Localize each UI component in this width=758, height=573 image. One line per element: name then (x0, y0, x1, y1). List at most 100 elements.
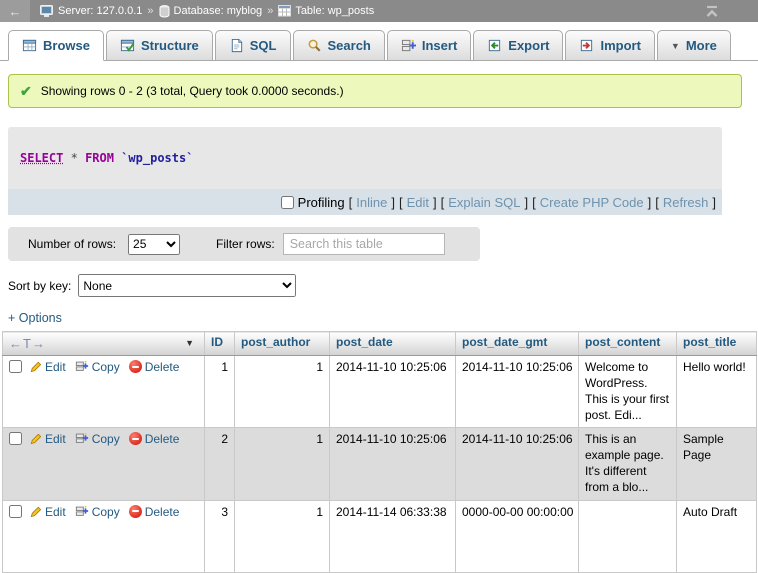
table-icon (278, 5, 291, 17)
insert-row-icon (401, 38, 416, 53)
cell-actions: Edit Copy Delete (3, 428, 205, 500)
column-header-post-title[interactable]: post_title (677, 332, 757, 356)
tab-bar: Browse Structure SQL Search Insert Expor… (0, 22, 758, 61)
breadcrumb-separator: » (267, 5, 273, 17)
table-row: EditCopyDelete 1 1 2014-11-10 10:25:06 2… (3, 356, 757, 428)
server-icon (40, 5, 54, 18)
tab-export[interactable]: Export (473, 30, 563, 61)
edit-row-link[interactable]: Edit (29, 505, 66, 519)
column-header-id[interactable]: ID (205, 332, 235, 356)
breadcrumb-separator: » (147, 5, 153, 17)
copy-row-link[interactable]: Copy (75, 360, 120, 374)
search-icon (307, 38, 322, 53)
breadcrumb-bar: ← Server: 127.0.0.1 » Database: myblog »… (0, 0, 758, 22)
create-php-code-link[interactable]: Create PHP Code (536, 195, 648, 210)
tab-label: Browse (43, 38, 90, 53)
cell-post-date: 2014-11-14 06:33:38 (330, 500, 456, 572)
breadcrumb-server-label: Server: 127.0.0.1 (58, 5, 142, 17)
cell-post-title: Hello world! (677, 356, 757, 428)
cell-post-date-gmt: 2014-11-10 10:25:06 (456, 428, 579, 500)
tab-more[interactable]: ▼ More (657, 30, 731, 61)
create-php-code-link-group: [Create PHP Code] (532, 195, 651, 210)
delete-row-link[interactable]: Delete (129, 505, 180, 519)
delete-row-link[interactable]: Delete (129, 432, 180, 446)
edit-link[interactable]: Edit (403, 195, 433, 210)
row-select-checkbox[interactable] (9, 505, 22, 518)
num-rows-label: Number of rows: (28, 237, 116, 251)
table-row: Edit Copy Delete 2 1 2014-11-10 10:25:06 2… (3, 428, 757, 500)
tab-label: More (686, 38, 717, 53)
sort-by-key-label: Sort by key: (8, 279, 71, 293)
row-controls-bar: Number of rows: 25 Filter rows: (8, 227, 480, 261)
cell-actions: Edit Copy Delete (3, 500, 205, 572)
tab-search[interactable]: Search (293, 30, 385, 61)
back-arrow-icon: ← (9, 4, 22, 19)
copy-row-link[interactable]: Copy (75, 432, 120, 446)
sql-page-icon (229, 38, 244, 53)
sort-row: Sort by key: None (8, 274, 758, 297)
profiling-checkbox[interactable] (281, 196, 294, 209)
column-header-post-content[interactable]: post_content (579, 332, 677, 356)
refresh-link-group: [Refresh] (655, 195, 716, 210)
bracket: ] (433, 195, 437, 210)
sql-query-box: SELECT * FROM `wp_posts` (8, 127, 722, 189)
num-rows-select[interactable]: 25 (128, 234, 180, 255)
success-message-text: Showing rows 0 - 2 (3 total, Query took … (41, 84, 344, 98)
delete-row-link[interactable]: Delete (129, 360, 180, 374)
tab-label: Search (328, 38, 371, 53)
cell-post-author: 1 (235, 428, 330, 500)
breadcrumb-server[interactable]: Server: 127.0.0.1 (40, 5, 142, 18)
column-header-post-date-gmt[interactable]: post_date_gmt (456, 332, 579, 356)
cell-post-title: Auto Draft (677, 500, 757, 572)
bracket: ] (525, 195, 529, 210)
breadcrumb: Server: 127.0.0.1 » Database: myblog » T… (40, 5, 704, 18)
cell-post-author: 1 (235, 500, 330, 572)
query-tools-bar: Profiling [Inline] [Edit] [Explain SQL] … (8, 189, 722, 215)
options-toggle-link[interactable]: + Options (8, 311, 62, 325)
cell-post-title: Sample Page (677, 428, 757, 500)
delete-icon (129, 432, 142, 445)
filter-rows-label: Filter rows: (216, 237, 275, 251)
explain-sql-link[interactable]: Explain SQL (444, 195, 524, 210)
cell-id: 2 (205, 428, 235, 500)
breadcrumb-database-label: Database: myblog (174, 5, 263, 17)
edit-row-link[interactable]: Edit (29, 360, 66, 374)
success-check-icon: ✔ (20, 83, 32, 100)
breadcrumb-table[interactable]: Table: wp_posts (278, 5, 374, 17)
browse-table-icon (22, 38, 37, 53)
success-message: ✔ Showing rows 0 - 2 (3 total, Query too… (8, 74, 742, 108)
refresh-link[interactable]: Refresh (659, 195, 713, 210)
tab-import[interactable]: Import (565, 30, 654, 61)
sql-star: * (71, 151, 78, 165)
profiling-label: Profiling (298, 195, 345, 210)
tab-label: Export (508, 38, 549, 53)
edit-link-group: [Edit] (399, 195, 437, 210)
cell-id: 3 (205, 500, 235, 572)
breadcrumb-database[interactable]: Database: myblog (159, 5, 263, 18)
tab-label: Structure (141, 38, 199, 53)
table-header-row: ←T→ ▼ ID post_author post_date post_date… (3, 332, 757, 356)
explain-sql-link-group: [Explain SQL] (441, 195, 529, 210)
copy-row-link[interactable]: Copy (75, 505, 120, 519)
import-icon (579, 38, 594, 53)
bracket: ] (712, 195, 716, 210)
cell-post-author: 1 (235, 356, 330, 428)
sql-keyword-select[interactable]: SELECT (20, 151, 63, 165)
tab-sql[interactable]: SQL (215, 30, 291, 61)
back-button[interactable]: ← (0, 0, 30, 22)
tab-structure[interactable]: Structure (106, 30, 213, 61)
tab-insert[interactable]: Insert (387, 30, 471, 61)
collapse-topbar-button[interactable] (704, 4, 720, 18)
delete-icon (129, 360, 142, 373)
edit-row-link[interactable]: Edit (29, 432, 66, 446)
sort-dropdown-icon[interactable]: ▼ (185, 338, 194, 350)
column-header-post-author[interactable]: post_author (235, 332, 330, 356)
filter-input[interactable] (283, 233, 445, 255)
row-select-checkbox[interactable] (9, 432, 22, 445)
sort-by-key-select[interactable]: None (78, 274, 296, 297)
tab-browse[interactable]: Browse (8, 30, 104, 61)
row-select-checkbox[interactable] (9, 360, 22, 373)
inline-link[interactable]: Inline (352, 195, 391, 210)
column-header-post-date[interactable]: post_date (330, 332, 456, 356)
cell-post-date: 2014-11-10 10:25:06 (330, 428, 456, 500)
